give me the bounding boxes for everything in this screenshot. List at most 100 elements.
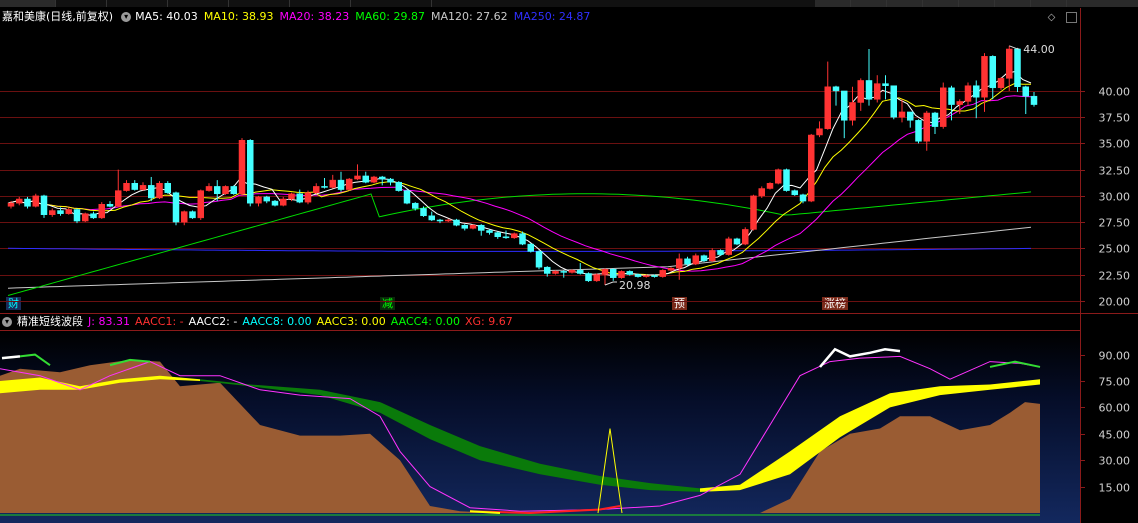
candle-down xyxy=(395,181,402,191)
candle-down xyxy=(634,274,642,277)
candle-up xyxy=(65,209,72,214)
candle-down xyxy=(73,209,81,222)
ma10-line xyxy=(7,82,1031,276)
candle-up xyxy=(222,186,229,195)
candle-up xyxy=(964,85,972,102)
candle-up xyxy=(667,267,675,271)
candle-up xyxy=(808,134,815,202)
indicator-white-line xyxy=(1,355,21,360)
candle-down xyxy=(560,271,567,273)
indicator-axis-label: 15.00 xyxy=(1099,482,1131,495)
indicator-axis-label: 60.00 xyxy=(1099,402,1131,415)
candle-down xyxy=(915,120,922,142)
candle-up xyxy=(593,274,600,282)
candle-down xyxy=(494,232,501,238)
price-axis-label: 37.50 xyxy=(1099,112,1131,125)
candle-down xyxy=(271,200,279,206)
candle-up xyxy=(981,56,988,98)
candle-down xyxy=(973,85,980,98)
candle-down xyxy=(841,90,848,121)
candle-down xyxy=(461,224,468,229)
candle-down xyxy=(585,273,592,282)
candle-up xyxy=(238,139,246,195)
candle-down xyxy=(519,233,526,245)
indicator-axis-label: 90.00 xyxy=(1099,350,1131,363)
candle-down xyxy=(263,196,270,202)
candle-up xyxy=(824,86,831,129)
candle-up xyxy=(775,169,782,184)
candle-up xyxy=(49,210,56,215)
candle-down xyxy=(478,224,485,231)
candle-up xyxy=(304,192,312,203)
candle-down xyxy=(486,230,493,233)
candle-up xyxy=(568,270,576,273)
candle-up xyxy=(758,188,765,197)
candle-down xyxy=(832,86,840,92)
candle-up xyxy=(742,229,749,245)
candle-up xyxy=(280,198,287,206)
candle-down xyxy=(387,178,394,183)
candle-up xyxy=(82,213,89,222)
indicator-axis-label: 75.00 xyxy=(1099,376,1131,389)
candle-down xyxy=(321,186,328,188)
candle-down xyxy=(436,219,444,222)
candle-down xyxy=(296,193,303,203)
candle-up xyxy=(940,87,947,127)
candle-down xyxy=(337,179,345,190)
candle-down xyxy=(865,80,873,100)
candle-up xyxy=(469,224,477,229)
candle-up xyxy=(709,250,716,262)
candle-up xyxy=(692,255,699,265)
candle-down xyxy=(189,211,196,219)
candle-up xyxy=(370,176,378,183)
candle-down xyxy=(799,194,807,202)
candle-down xyxy=(684,258,691,265)
candle-down xyxy=(931,112,939,127)
candle-down xyxy=(230,186,237,195)
candle-down xyxy=(131,183,138,190)
candle-up xyxy=(766,183,774,189)
candle-down xyxy=(428,215,435,221)
candle-down xyxy=(453,219,460,226)
candle-up xyxy=(659,270,666,277)
high-price-label: 44.00 xyxy=(1023,43,1055,56)
candle-down xyxy=(610,269,617,278)
candle-up xyxy=(643,275,650,277)
candle-up xyxy=(898,111,906,118)
candle-down xyxy=(1022,86,1029,97)
candle-down xyxy=(420,208,427,217)
candle-up xyxy=(816,128,823,136)
candle-down xyxy=(544,266,551,274)
candle-up xyxy=(156,183,163,199)
candle-down xyxy=(700,255,708,262)
price-axis-label: 30.00 xyxy=(1099,191,1131,204)
candle-up xyxy=(956,101,963,105)
price-axis-label: 27.50 xyxy=(1099,217,1131,230)
price-axis-label: 25.00 xyxy=(1099,243,1131,256)
candle-down xyxy=(379,176,386,180)
candle-down xyxy=(40,195,48,215)
candle-down xyxy=(172,192,180,223)
candle-down xyxy=(907,111,914,121)
candle-up xyxy=(197,190,204,219)
candle-up xyxy=(511,233,518,239)
indicator-axis-label: 45.00 xyxy=(1099,429,1131,442)
candle-up xyxy=(857,80,864,103)
candle-up xyxy=(346,178,353,190)
candle-down xyxy=(527,243,534,252)
low-marker-arrow xyxy=(604,281,617,286)
kline-chart-canvas[interactable]: 20.00 22.50 25.00 27.50 30.00 32.50 35.00 37.50… xyxy=(0,0,1138,523)
price-axis-label: 40.00 xyxy=(1099,86,1131,99)
candle-up xyxy=(329,179,336,188)
candle-down xyxy=(948,87,955,105)
candle-down xyxy=(164,183,171,193)
candle-up xyxy=(618,271,625,278)
candle-up xyxy=(7,202,15,207)
candle-down xyxy=(1014,48,1021,87)
price-axis-label: 32.50 xyxy=(1099,165,1131,178)
candle-up xyxy=(750,195,757,230)
candle-down xyxy=(882,83,889,86)
candle-up xyxy=(725,238,732,255)
candle-down xyxy=(733,238,741,245)
candle-up xyxy=(255,196,262,204)
